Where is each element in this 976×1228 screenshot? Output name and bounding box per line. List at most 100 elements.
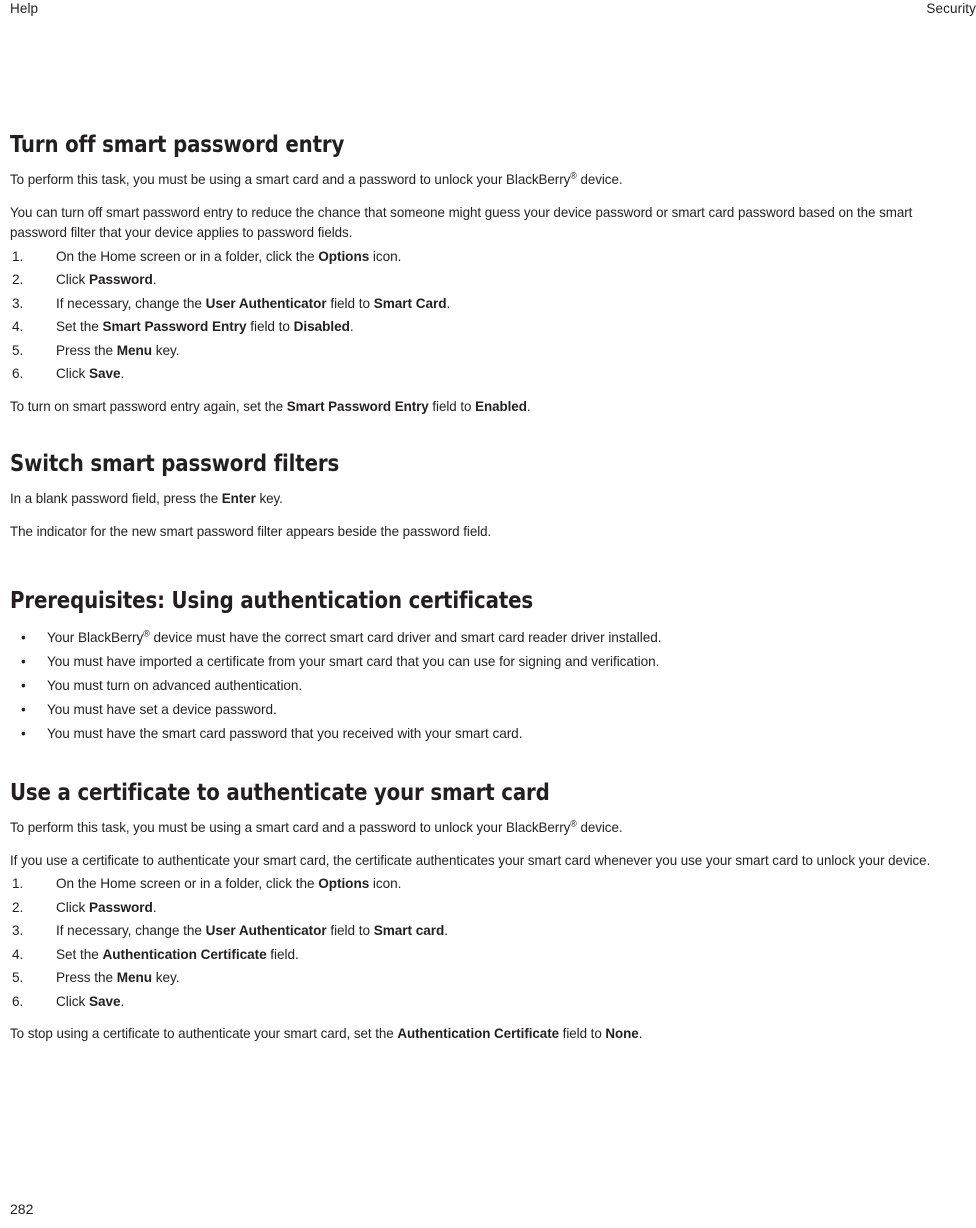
section-closing: To turn on smart password entry again, s… [10,398,531,414]
section-closing: To stop using a certificate to authentic… [10,1026,643,1041]
ui-term: Enter [221,491,256,506]
list-item: 4. Set the Authentication Certificate fi… [10,943,968,967]
list-item: 3. If necessary, change the User Authent… [10,292,968,316]
step-text: Press the Menu key. [56,342,180,358]
step-number: 2. [12,899,24,915]
bullet-text: You must have the smart card password th… [47,726,523,741]
list-item: 6. Click Save. [10,362,968,386]
section-intro: In a blank password field, press the Ent… [10,491,283,506]
section-switch-smart-password-filters: Switch smart password filters In a blank… [10,451,968,542]
step-number: 4. [12,319,24,334]
ui-term: Disabled [293,319,350,334]
list-item: 4. Set the Smart Password Entry field to… [10,315,968,339]
step-text: Click Password. [56,272,157,287]
section-heading: Use a certificate to authenticate your s… [10,780,550,806]
running-header: Help Security [10,0,976,22]
list-item: 5. Press the Menu key. [10,339,968,363]
registered-trademark-icon: ® [143,628,150,639]
bullet-text: You must have imported a certificate fro… [47,654,660,669]
step-text: Click Save. [56,366,125,381]
section-intro: To perform this task, you must be using … [10,818,623,835]
list-item: • You must turn on advanced authenticati… [10,674,968,698]
list-item: 6. Click Save. [10,990,968,1014]
page-number: 282 [10,1201,34,1217]
section-closing: The indicator for the new smart password… [10,523,492,539]
ui-term: Smart Password Entry [102,319,247,334]
step-number: 2. [12,272,24,287]
bullet-icon: • [21,702,26,717]
bullet-icon: • [21,654,26,669]
bullet-text: You must turn on advanced authentication… [47,678,303,693]
document-page: Help Security Turn off smart password en… [0,0,976,1228]
ui-term: Save [88,366,121,381]
bullet-icon: • [21,726,26,741]
procedure-steps: 1. On the Home screen or in a folder, cl… [10,872,968,1013]
section-description: If you use a certificate to authenticate… [10,852,931,868]
step-text: Set the Smart Password Entry field to Di… [56,319,354,334]
ui-term: Smart Password Entry [286,398,429,414]
step-text: If necessary, change the User Authentica… [56,923,448,938]
prerequisite-list: • Your BlackBerry® device must have the … [10,626,968,746]
ui-term: User Authenticator [205,923,327,938]
running-header-right: Security [926,1,976,16]
step-number: 1. [12,248,24,264]
step-number: 6. [12,993,24,1009]
ui-term: Save [88,993,121,1009]
step-number: 3. [12,923,24,938]
step-text: If necessary, change the User Authentica… [56,295,451,311]
step-number: 4. [12,946,24,962]
ui-term: None [605,1026,639,1041]
list-item: 1. On the Home screen or in a folder, cl… [10,872,968,896]
page-title: Turn off smart password entry [10,132,345,158]
list-item: 5. Press the Menu key. [10,966,968,990]
running-header-left: Help [10,1,39,16]
bullet-text: You must have set a device password. [47,702,277,717]
step-number: 1. [12,876,24,891]
section-turn-off-smart-password-entry: Turn off smart password entry To perform… [10,132,968,417]
step-text: Press the Menu key. [56,970,180,985]
step-number: 5. [12,970,24,985]
section-use-a-certificate-to-authenticate-your-smart-card: Use a certificate to authenticate your s… [10,780,968,1045]
section-prerequisites-using-authentication-certificates: Prerequisites: Using authentication cert… [10,588,968,746]
step-text: Click Password. [56,899,157,915]
bullet-icon: • [21,678,26,693]
step-text: Click Save. [56,993,125,1009]
ui-term: Password [88,899,153,915]
bullet-icon: • [21,630,26,645]
step-text: On the Home screen or in a folder, click… [56,876,402,891]
step-text: Set the Authentication Certificate field… [56,946,299,962]
list-item: 1. On the Home screen or in a folder, cl… [10,245,968,269]
document-content: Turn off smart password entry To perform… [10,132,968,1045]
list-item: • Your BlackBerry® device must have the … [10,626,968,650]
ui-term: Password [88,272,153,287]
registered-trademark-icon: ® [570,170,577,181]
ui-term: Options [318,876,370,891]
step-number: 3. [12,295,24,311]
ui-term: User Authenticator [205,295,327,311]
list-item: 2. Click Password. [10,896,968,920]
ui-term: Authentication Certificate [397,1026,559,1041]
ui-term: Smart card [373,923,445,938]
step-number: 6. [12,366,24,381]
section-heading: Prerequisites: Using authentication cert… [10,588,534,614]
ui-term: Menu [116,342,152,358]
ui-term: Smart Card [373,295,447,311]
ui-term: Menu [116,970,152,985]
list-item: • You must have set a device password. [10,698,968,722]
section-intro: To perform this task, you must be using … [10,170,623,187]
list-item: 2. Click Password. [10,268,968,292]
section-heading: Switch smart password filters [10,451,340,477]
ui-term: Authentication Certificate [102,946,267,962]
step-number: 5. [12,342,24,358]
procedure-steps: 1. On the Home screen or in a folder, cl… [10,245,968,386]
registered-trademark-icon: ® [570,818,577,829]
ui-term: Enabled [475,398,527,414]
ui-term: Options [318,248,370,264]
bullet-text: Your BlackBerry® device must have the co… [47,628,662,645]
step-text: On the Home screen or in a folder, click… [56,248,402,264]
list-item: • You must have imported a certificate f… [10,650,968,674]
list-item: • You must have the smart card password … [10,722,968,746]
